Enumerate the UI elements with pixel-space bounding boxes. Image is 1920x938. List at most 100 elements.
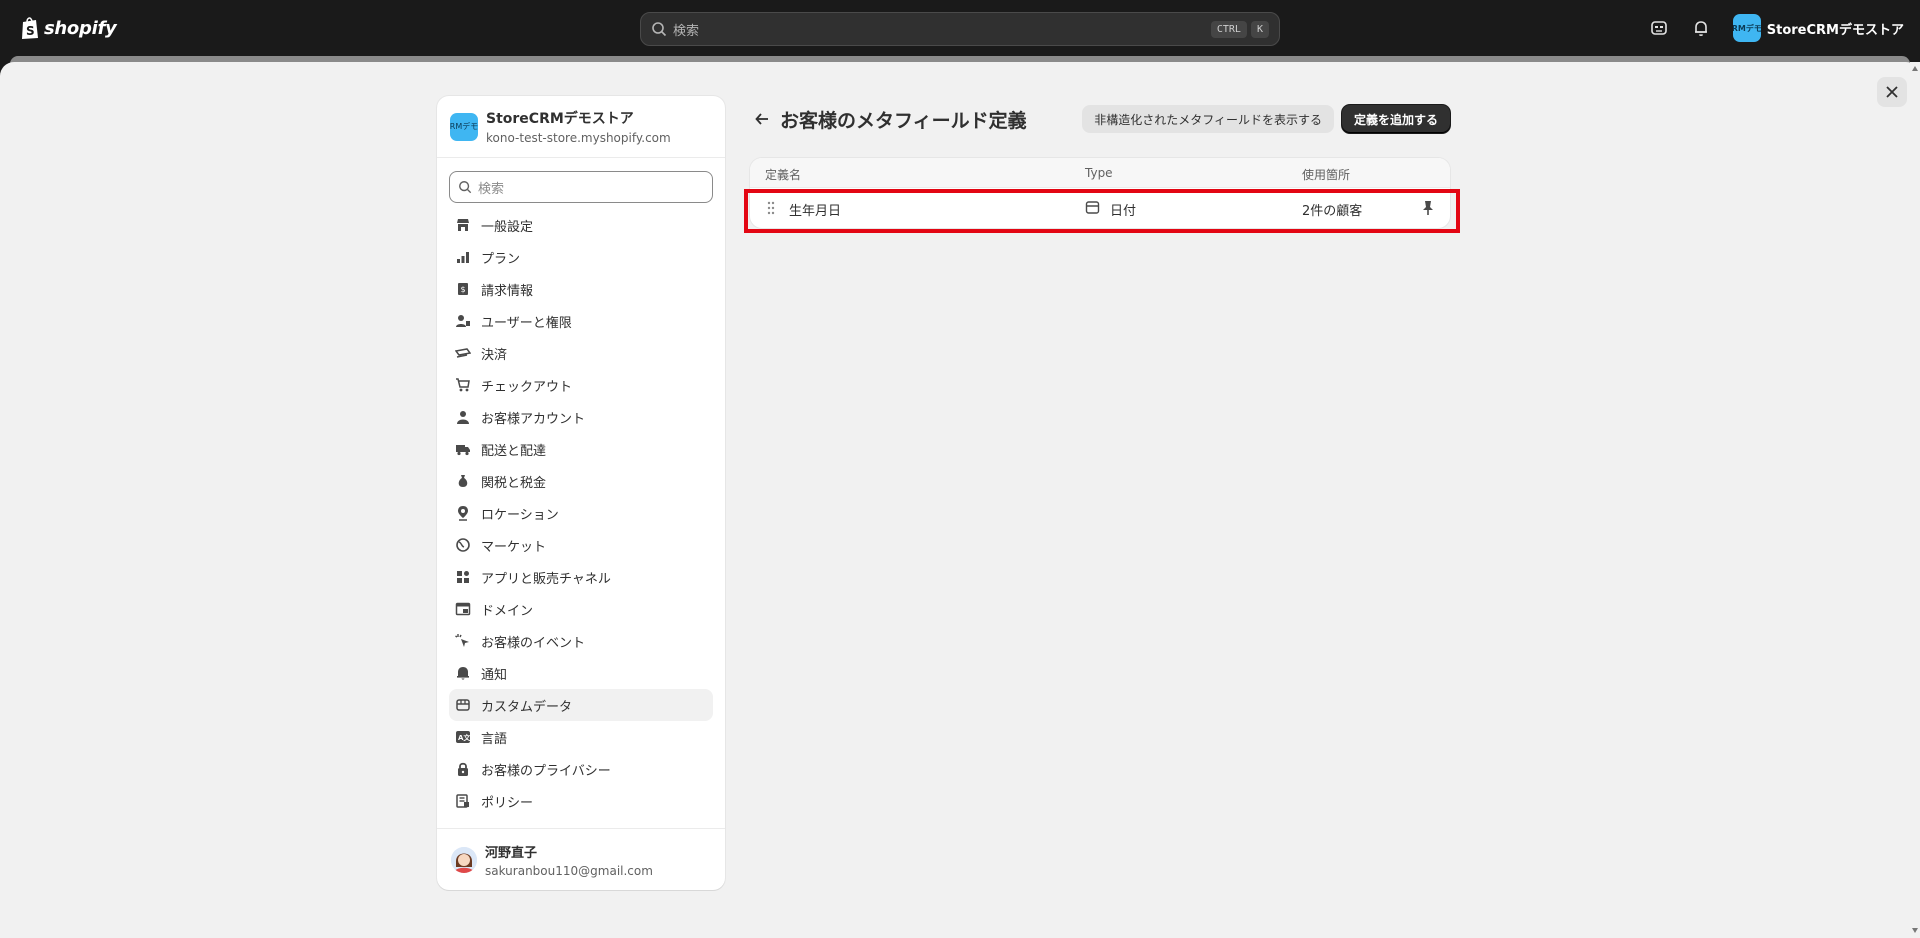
location-icon	[458, 506, 468, 521]
sidebar-item-taxes[interactable]: 関税と税金	[449, 465, 713, 497]
top-bar: S shopify 検索 CTRL K RMデモ StoreCRMデモストア	[0, 0, 1920, 56]
sidebar-item-payments[interactable]: 決済	[449, 337, 713, 369]
user-email: sakuranbou110@gmail.com	[485, 863, 653, 878]
sidebar-item-billing[interactable]: $ 請求情報	[449, 273, 713, 305]
sidebar-item-label: チェックアウト	[481, 379, 573, 395]
back-button[interactable]	[752, 109, 772, 129]
domain-icon	[455, 602, 471, 616]
sidebar-item-label: 配送と配達	[481, 443, 547, 459]
payments-icon	[455, 348, 471, 358]
policy-icon	[456, 794, 469, 808]
cursor-icon	[455, 634, 469, 647]
sidebar-item-label: プラン	[481, 251, 521, 267]
sidebar-item-plan[interactable]: プラン	[449, 241, 713, 273]
sidebar-item-label: ロケーション	[481, 507, 559, 523]
sidebar-item-label: お客様アカウント	[481, 411, 586, 427]
page-scrollbar[interactable]	[1910, 62, 1920, 938]
shopify-logo[interactable]: S shopify	[20, 15, 117, 41]
sidebar-user-footer[interactable]: 河野直子 sakuranbou110@gmail.com	[437, 828, 725, 890]
sidebar-item-label: ポリシー	[481, 795, 534, 811]
sidebar-item-label: お客様のイベント	[481, 635, 586, 651]
tax-icon	[458, 475, 468, 487]
shopify-bag-icon: S	[22, 17, 38, 39]
close-icon	[1886, 86, 1898, 98]
column-header-name[interactable]: 定義名	[765, 166, 801, 183]
sidebar-item-label: お客様のプライバシー	[481, 763, 611, 779]
svg-text:$: $	[461, 285, 466, 294]
sidebar-item-locations[interactable]: ロケーション	[449, 497, 713, 529]
settings-sidebar: RMデモ StoreCRMデモストア kono-test-store.mysho…	[437, 96, 725, 890]
notification-bell-icon[interactable]	[1691, 18, 1711, 38]
svg-text:A文: A文	[458, 733, 471, 742]
sidebar-item-label: 一般設定	[481, 219, 534, 235]
sidebar-item-custom-data[interactable]: カスタムデータ	[449, 689, 713, 721]
global-search-placeholder: 検索	[673, 23, 700, 39]
sidebar-item-label: 通知	[481, 667, 508, 683]
sidebar-item-markets[interactable]: マーケット	[449, 529, 713, 561]
bell-icon	[457, 667, 469, 680]
show-unstructured-metafields-button[interactable]: 非構造化されたメタフィールドを表示する	[1082, 105, 1334, 133]
definition-name[interactable]: 生年月日	[789, 200, 841, 219]
scroll-down-arrow-icon[interactable]	[1912, 928, 1918, 933]
language-icon: A文	[456, 731, 471, 743]
brand-name: shopify	[44, 17, 117, 39]
globe-icon	[456, 538, 470, 552]
store-icon	[457, 219, 469, 231]
store-switcher-name: StoreCRMデモストア	[1766, 22, 1904, 38]
sidebar-item-label: 言語	[481, 731, 508, 747]
users-icon	[456, 315, 470, 327]
definition-type: 日付	[1110, 204, 1137, 219]
database-icon	[456, 699, 470, 711]
sidebar-item-label: アプリと販売チャネル	[481, 571, 611, 587]
sidebar-item-policies[interactable]: ポリシー	[449, 785, 713, 817]
scroll-up-arrow-icon[interactable]	[1912, 66, 1918, 71]
sidebar-item-notifications[interactable]: 通知	[449, 657, 713, 689]
sidebar-item-label: マーケット	[481, 539, 547, 555]
sidebar-item-shipping[interactable]: 配送と配達	[449, 433, 713, 465]
settings-nav: 一般設定 プラン $ 請求情報 ユーザーと権限 決済 チェックアウト お客様アカ…	[437, 209, 725, 817]
sidebar-store-header[interactable]: RMデモ StoreCRMデモストア kono-test-store.mysho…	[437, 96, 725, 158]
search-icon	[459, 181, 472, 194]
sidebar-item-domains[interactable]: ドメイン	[449, 593, 713, 625]
sidebar-item-label: カスタムデータ	[481, 699, 573, 715]
table-row[interactable]: 生年月日 日付 2件の顧客	[750, 188, 1450, 228]
close-settings-button[interactable]	[1877, 77, 1907, 107]
top-right-actions: RMデモ StoreCRMデモストア	[1649, 14, 1904, 42]
user-name: 河野直子	[485, 845, 538, 861]
sidebar-item-apps[interactable]: アプリと販売チャネル	[449, 561, 713, 593]
lock-icon	[458, 762, 468, 776]
truck-icon	[456, 445, 470, 456]
sidebar-item-customer-accounts[interactable]: お客様アカウント	[449, 401, 713, 433]
sidebar-item-label: ドメイン	[481, 603, 534, 619]
page-title: お客様のメタフィールド定義	[780, 109, 1027, 132]
metafield-definitions-table: 定義名 Type 使用箇所 生年月日 日付 2件の顧客	[750, 158, 1450, 228]
global-search[interactable]: 検索 CTRL K	[640, 12, 1280, 46]
sidebar-item-users[interactable]: ユーザーと権限	[449, 305, 713, 337]
column-header-usage[interactable]: 使用箇所	[1302, 166, 1350, 183]
shortcut-key-k: K	[1250, 20, 1269, 38]
definition-usage: 2件の顧客	[1302, 204, 1363, 219]
sidekick-icon[interactable]	[1649, 18, 1669, 38]
column-header-type[interactable]: Type	[1085, 166, 1113, 180]
sidebar-item-checkout[interactable]: チェックアウト	[449, 369, 713, 401]
calendar-icon	[1085, 201, 1100, 214]
settings-search-placeholder: 検索	[478, 181, 505, 197]
sidebar-item-label: 関税と税金	[481, 475, 547, 491]
sidebar-store-name: StoreCRMデモストア	[486, 111, 634, 127]
add-definition-button[interactable]: 定義を追加する	[1341, 105, 1450, 133]
page-header: お客様のメタフィールド定義 非構造化されたメタフィールドを表示する 定義を追加す…	[752, 104, 1450, 134]
sidebar-item-general[interactable]: 一般設定	[449, 209, 713, 241]
sidebar-item-label: 請求情報	[481, 283, 534, 299]
sidebar-item-customer-events[interactable]: お客様のイベント	[449, 625, 713, 657]
drag-handle-icon[interactable]	[766, 201, 776, 215]
sidebar-item-label: ユーザーと権限	[481, 315, 572, 331]
search-icon	[652, 22, 667, 37]
apps-icon	[457, 571, 469, 583]
store-switcher[interactable]: RMデモ StoreCRMデモストア	[1732, 14, 1904, 42]
settings-search-input[interactable]: 検索	[449, 171, 713, 203]
cart-icon	[456, 378, 470, 392]
sidebar-item-languages[interactable]: A文 言語	[449, 721, 713, 753]
pin-icon[interactable]	[1420, 199, 1436, 217]
store-avatar: RMデモ	[1732, 14, 1761, 42]
sidebar-item-customer-privacy[interactable]: お客様のプライバシー	[449, 753, 713, 785]
